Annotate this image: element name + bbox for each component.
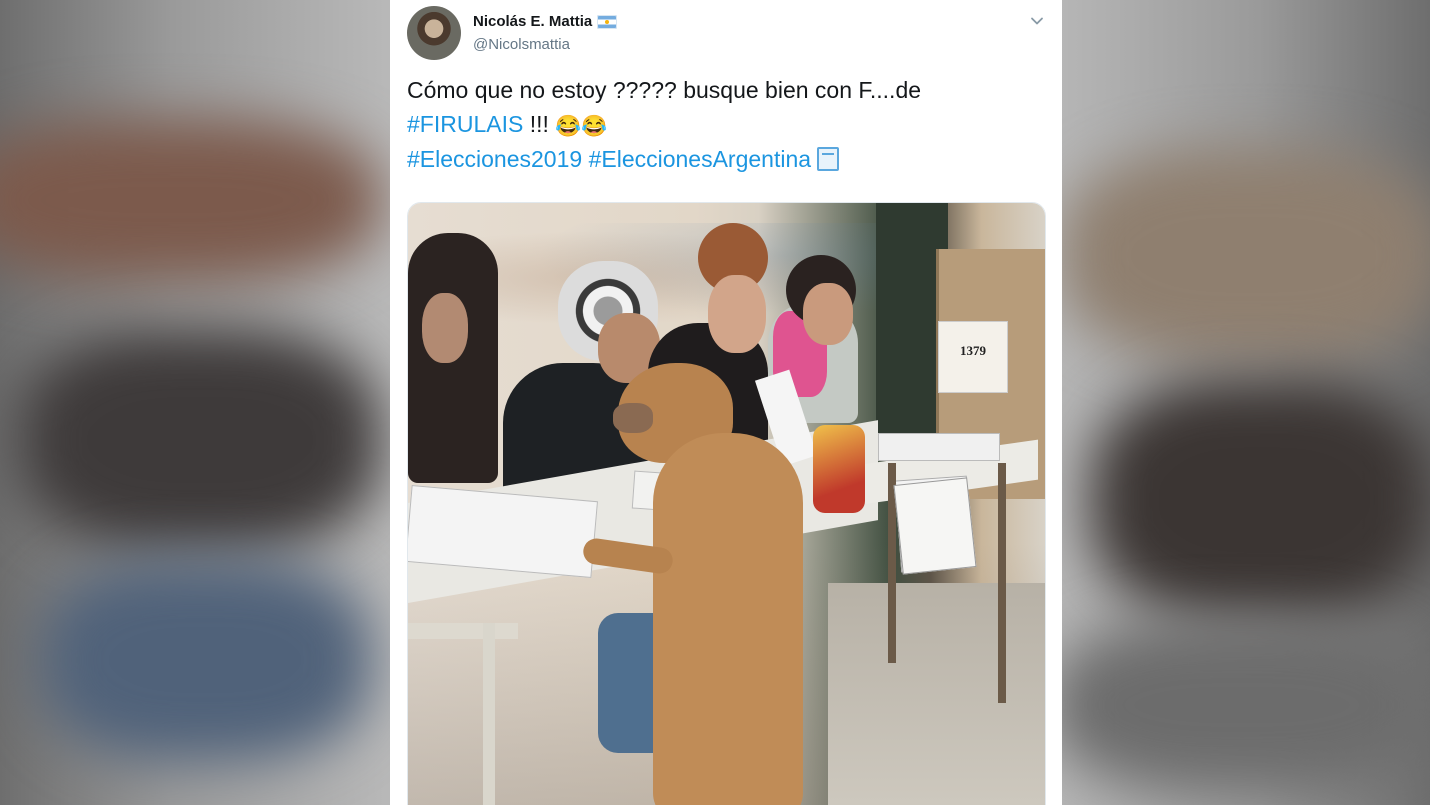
tweet-text-line1: Cómo que no estoy ????? busque bien con … (407, 77, 922, 103)
author-handle[interactable]: @Nicolsmattia (473, 36, 570, 53)
author-row: Nicolás E. Mattia (473, 13, 618, 30)
tweet-card: Nicolás E. Mattia @Nicolsmattia Cómo que… (390, 0, 1062, 805)
laughing-emoji-icon: 😂😂 (555, 114, 608, 138)
argentina-flag-icon (597, 14, 618, 29)
hashtag-elecciones-argentina[interactable]: #EleccionesArgentina (589, 146, 811, 172)
tweet-photo[interactable]: 1379 (407, 202, 1046, 805)
background-blur-right (1062, 0, 1430, 805)
avatar[interactable] (407, 6, 461, 60)
hashtag-elecciones2019[interactable]: #Elecciones2019 (407, 146, 582, 172)
chevron-down-icon[interactable] (1028, 12, 1046, 30)
photo-scene: 1379 (408, 203, 1045, 805)
author-name[interactable]: Nicolás E. Mattia (473, 13, 592, 30)
ballot-box-icon (817, 147, 840, 171)
tweet-text: Cómo que no estoy ????? busque bien con … (407, 74, 1037, 177)
ballot-box-label: 1379 (938, 321, 1008, 393)
tweet-exclaims: !!! (529, 110, 549, 137)
hashtag-firulais[interactable]: #FIRULAIS (407, 111, 523, 137)
background-blur-left (0, 0, 390, 805)
